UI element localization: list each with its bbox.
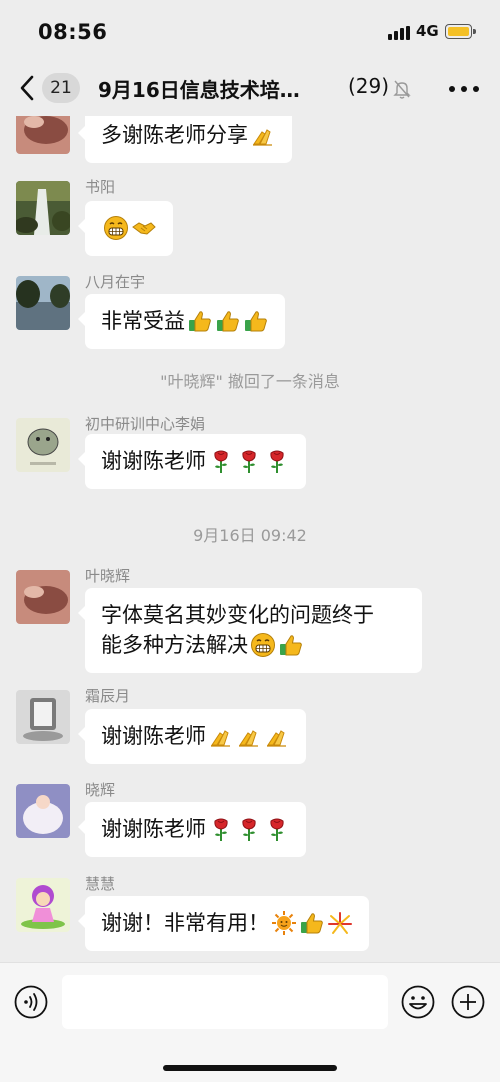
message-bubble[interactable]: 谢谢陈老师	[78, 434, 306, 489]
sender-name: 霜辰月	[85, 687, 131, 705]
avatar-image-icon	[16, 276, 70, 330]
message-text: 谢谢！非常有用！	[101, 911, 269, 935]
handshake-emoji-icon	[131, 215, 157, 241]
home-indicator	[163, 1065, 337, 1071]
voice-input-icon[interactable]	[14, 985, 48, 1019]
folded-hands-emoji-icon	[250, 122, 276, 148]
firework-emoji-icon	[327, 910, 353, 936]
rose-emoji-icon	[208, 816, 234, 842]
message-input[interactable]	[62, 975, 388, 1029]
avatar[interactable]	[16, 570, 70, 624]
rose-emoji-icon	[264, 816, 290, 842]
avatar-image-icon	[16, 418, 70, 472]
sender-name: 八月在宇	[85, 273, 146, 291]
thumbs-up-emoji-icon	[243, 308, 269, 334]
message-text: 谢谢陈老师	[101, 724, 206, 748]
rose-emoji-icon	[236, 448, 262, 474]
more-options-icon[interactable]	[446, 78, 482, 100]
message-bubble[interactable]	[78, 201, 173, 256]
rose-emoji-icon	[264, 448, 290, 474]
message-text: 非常受益	[101, 309, 185, 333]
message-bubble[interactable]: 谢谢陈老师	[78, 709, 306, 764]
grin-emoji-icon	[103, 215, 129, 241]
avatar[interactable]	[16, 690, 70, 744]
message-text: 谢谢陈老师	[101, 449, 206, 473]
rose-emoji-icon	[208, 448, 234, 474]
message-text: 能多种方法解决	[101, 633, 248, 657]
sender-name: 书阳	[85, 178, 116, 196]
avatar-image-icon	[16, 878, 70, 932]
signal-icon	[388, 26, 412, 40]
chat-title: 9月16日信息技术培…	[98, 78, 300, 102]
chat-message-list[interactable]: 多谢陈老师分享 书阳 八月在宇 非常受益 "叶晓辉" 撤回了一条消息 初中研训中…	[0, 116, 500, 962]
avatar-image-icon	[16, 181, 70, 235]
mute-bell-icon	[393, 80, 411, 99]
emoji-group	[248, 121, 276, 151]
avatar-image-icon	[16, 690, 70, 744]
input-bar	[0, 962, 500, 1082]
rose-emoji-icon	[236, 816, 262, 842]
emoji-group	[206, 447, 290, 477]
emoji-picker-icon[interactable]	[401, 985, 435, 1019]
sender-name: 晓辉	[85, 781, 116, 799]
emoji-group	[248, 631, 304, 661]
thumbs-up-emoji-icon	[299, 910, 325, 936]
emoji-group	[185, 307, 269, 337]
thumbs-up-emoji-icon	[278, 632, 304, 658]
back-arrow-icon[interactable]	[18, 74, 38, 102]
message-bubble[interactable]: 非常受益	[78, 294, 285, 349]
grin-emoji-icon	[250, 632, 276, 658]
avatar[interactable]	[16, 418, 70, 472]
message-text: 谢谢陈老师	[101, 817, 206, 841]
emoji-group	[206, 815, 290, 845]
sun-emoji-icon	[271, 910, 297, 936]
add-plus-icon[interactable]	[451, 985, 485, 1019]
thumbs-up-emoji-icon	[215, 308, 241, 334]
folded-hands-emoji-icon	[264, 723, 290, 749]
thumbs-up-emoji-icon	[187, 308, 213, 334]
folded-hands-emoji-icon	[208, 723, 234, 749]
message-bubble[interactable]: 谢谢陈老师	[78, 802, 306, 857]
emoji-group	[101, 214, 157, 244]
message-bubble[interactable]: 多谢陈老师分享	[78, 116, 292, 163]
message-bubble[interactable]: 谢谢！非常有用！	[78, 896, 369, 951]
battery-icon	[445, 24, 476, 39]
avatar[interactable]	[16, 784, 70, 838]
avatar-image-icon	[16, 116, 70, 154]
message-bubble[interactable]: 字体莫名其妙变化的问题终于 能多种方法解决	[78, 588, 422, 673]
emoji-group	[269, 909, 353, 939]
avatar-image-icon	[16, 784, 70, 838]
avatar[interactable]	[16, 116, 70, 154]
system-notice: "叶晓辉" 撤回了一条消息	[160, 372, 340, 391]
unread-count-badge[interactable]: 21	[42, 73, 80, 103]
member-count: (29)	[348, 74, 390, 98]
avatar[interactable]	[16, 276, 70, 330]
message-text: 字体莫名其妙变化的问题终于	[101, 603, 374, 627]
avatar-image-icon	[16, 570, 70, 624]
message-text: 多谢陈老师分享	[101, 123, 248, 147]
status-time: 08:56	[38, 20, 108, 44]
emoji-group	[206, 722, 290, 752]
status-bar: 08:56 4G	[0, 0, 500, 60]
sender-name: 初中研训中心李娟	[85, 415, 206, 433]
timestamp: 9月16日 09:42	[193, 526, 307, 545]
avatar[interactable]	[16, 878, 70, 932]
network-type: 4G	[416, 22, 439, 40]
folded-hands-emoji-icon	[236, 723, 262, 749]
sender-name: 慧慧	[85, 875, 116, 893]
sender-name: 叶晓辉	[85, 567, 131, 585]
avatar[interactable]	[16, 181, 70, 235]
